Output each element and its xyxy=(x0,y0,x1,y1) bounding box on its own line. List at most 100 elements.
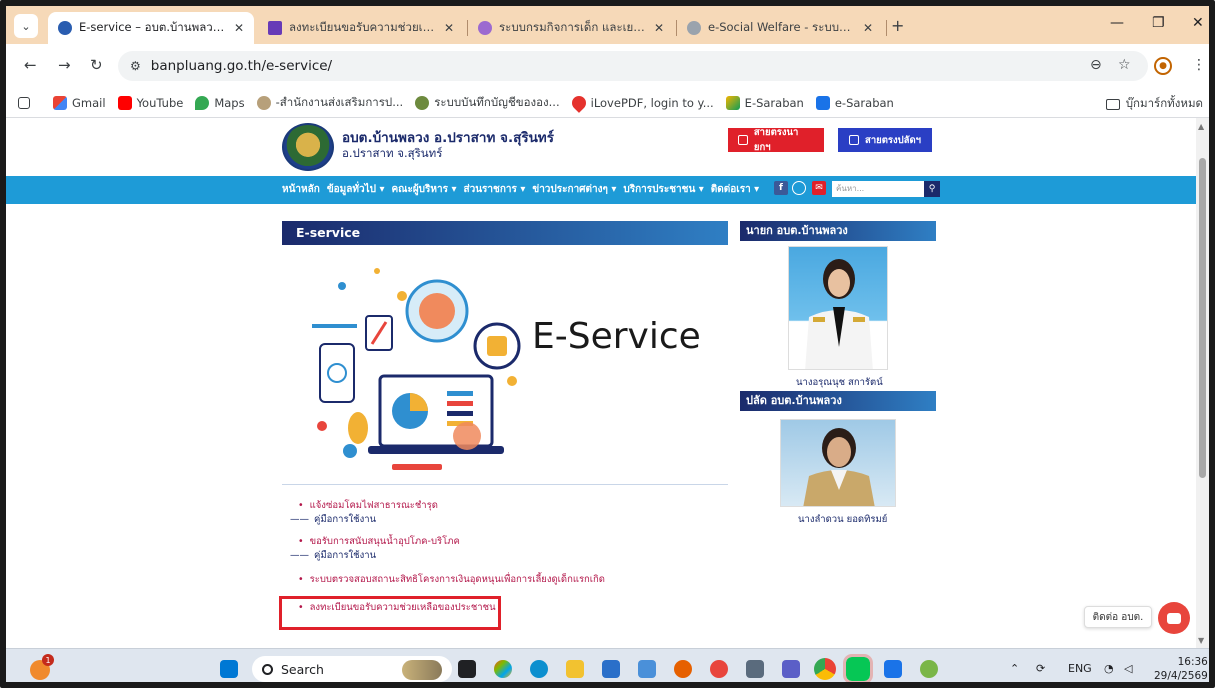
url-text: banpluang.go.th/e-service/ xyxy=(150,58,333,74)
all-bookmarks-button[interactable]: บุ๊กมาร์กทั้งหมด xyxy=(1105,95,1203,113)
app-icon[interactable] xyxy=(746,660,764,678)
tab-title: E-service – อบต.บ้านพลวง อ.ปราสา xyxy=(79,20,228,34)
link-streetlight-repair[interactable]: แจ้งซ่อมโคมไฟสาธารณะชำรุด xyxy=(298,498,438,513)
bookmark-maps[interactable]: Maps xyxy=(195,95,245,110)
input-language[interactable]: ENG xyxy=(1068,662,1092,675)
chat-button[interactable] xyxy=(1158,602,1190,634)
windows-start-icon[interactable] xyxy=(220,660,238,678)
eservice-banner-image xyxy=(282,256,728,482)
taskbar-clock[interactable]: 16:36 29/4/2569 xyxy=(1154,655,1208,682)
bookmark-gmail[interactable]: Gmail xyxy=(53,95,106,110)
search-icon xyxy=(262,663,273,675)
teams-icon[interactable] xyxy=(782,660,800,678)
notification-badge: 1 xyxy=(42,654,54,666)
app-icon[interactable] xyxy=(920,660,938,678)
profile-icon[interactable]: ● xyxy=(1154,57,1172,75)
nav-contact[interactable]: ติดต่อเรา ▾ xyxy=(711,182,759,197)
clerk-heading: ปลัด อบต.บ้านพลวง xyxy=(740,391,936,411)
mayor-heading: นายก อบต.บ้านพลวง xyxy=(740,221,936,241)
browser-toolbar: ← → ↻ ⚙ banpluang.go.th/e-service/ ⊖ ☆ ●… xyxy=(6,44,1209,88)
link-manual-1[interactable]: —— คู่มือการใช้งาน xyxy=(290,512,376,527)
nav-general-info[interactable]: ข้อมูลทั่วไป ▾ xyxy=(327,182,385,197)
window-close-icon[interactable]: ✕ xyxy=(1192,15,1204,31)
bookmark-ilovepdf[interactable]: iLovePDF, login to y... xyxy=(568,92,714,113)
task-view-icon[interactable] xyxy=(458,660,476,678)
dept-favicon-icon xyxy=(478,21,492,35)
store-icon[interactable] xyxy=(602,660,620,678)
tab-social-welfare[interactable]: e-Social Welfare - ระบบบูรณาการ ✕ xyxy=(677,12,883,44)
clerk-hotline-button[interactable]: สายตรงปลัดฯ xyxy=(838,128,932,152)
phone-icon xyxy=(738,135,748,145)
scroll-thumb[interactable] xyxy=(1199,158,1206,478)
address-bar[interactable]: ⚙ banpluang.go.th/e-service/ xyxy=(118,51,1148,81)
tab-register-help[interactable]: ลงทะเบียนขอรับความช่วยเหลือของป ✕ xyxy=(258,12,464,44)
edge-icon[interactable] xyxy=(530,660,548,678)
contact-chat-label[interactable]: ติดต่อ อบต. xyxy=(1084,606,1152,628)
chrome-icon[interactable] xyxy=(814,658,836,680)
heart-icon xyxy=(568,92,589,113)
line-icon[interactable] xyxy=(792,181,806,195)
bookmark-promotion-office[interactable]: -สำนักงานส่งเสริมการป... xyxy=(256,94,403,112)
reload-icon[interactable]: ↻ xyxy=(90,56,103,74)
page-scrollbar[interactable]: ▲ ▼ xyxy=(1196,118,1209,648)
copilot-icon[interactable] xyxy=(494,660,512,678)
tab-eservice[interactable]: E-service – อบต.บ้านพลวง อ.ปราสา ✕ xyxy=(48,12,254,44)
menu-kebab-icon[interactable]: ⋮ xyxy=(1192,57,1206,73)
bookmark-esaraban-1[interactable]: E-Saraban xyxy=(725,95,804,110)
bookmark-esaraban-2[interactable]: e-Saraban xyxy=(815,95,894,110)
mayor-name: นางอรุณนุช สการัตน์ xyxy=(796,377,883,388)
close-icon[interactable]: ✕ xyxy=(654,21,664,35)
minimize-icon[interactable]: — xyxy=(1110,15,1124,31)
scroll-down-icon[interactable]: ▼ xyxy=(1198,636,1204,645)
site-logo[interactable] xyxy=(282,123,334,171)
tab-search-button[interactable]: ⌄ xyxy=(14,14,38,38)
app-icon[interactable] xyxy=(884,660,902,678)
app-icon[interactable] xyxy=(638,660,656,678)
tab-child-dept[interactable]: ระบบกรมกิจการเด็ก และเยาวชน (ดย. ✕ xyxy=(468,12,674,44)
restore-icon[interactable]: ❐ xyxy=(1152,15,1165,31)
bookmark-youtube[interactable]: YouTube xyxy=(117,95,183,110)
tab-strip: ⌄ E-service – อบต.บ้านพลวง อ.ปราสา ✕ ลงท… xyxy=(6,6,1209,44)
mayor-photo xyxy=(788,246,888,370)
link-water-support[interactable]: ขอรับการสนับสนุนน้ำอุปโภค-บริโภค xyxy=(298,534,460,549)
youtube-icon xyxy=(117,95,132,110)
zoom-icon[interactable]: ⊖ xyxy=(1090,57,1102,73)
forward-icon[interactable]: → xyxy=(58,56,71,74)
mail-icon[interactable]: ✉ xyxy=(812,181,826,195)
file-explorer-icon[interactable] xyxy=(566,660,584,678)
link-manual-2[interactable]: —— คู่มือการใช้งาน xyxy=(290,548,376,563)
app-icon[interactable] xyxy=(710,660,728,678)
firefox-icon[interactable] xyxy=(674,660,692,678)
line-app-icon[interactable] xyxy=(843,654,873,682)
site-search-icon[interactable]: ⚲ xyxy=(924,181,940,197)
wifi-icon[interactable]: ◔ xyxy=(1104,662,1114,675)
tab-title: ระบบกรมกิจการเด็ก และเยาวชน (ดย. xyxy=(499,20,648,34)
site-search-input[interactable]: ค้นหา... xyxy=(832,181,924,197)
highlight-box xyxy=(279,596,501,630)
site-info-icon[interactable]: ⚙ xyxy=(130,59,141,73)
bookmark-star-icon[interactable]: ☆ xyxy=(1118,57,1131,73)
page-viewport: อบต.บ้านพลวง อ.ปราสาท จ.สุรินทร์ อ.ปราสา… xyxy=(6,118,1209,648)
nav-services[interactable]: บริการประชาชน ▾ xyxy=(623,182,703,197)
back-icon[interactable]: ← xyxy=(24,56,37,74)
new-tab-icon[interactable]: + xyxy=(891,16,904,35)
nav-home[interactable]: หน้าหลัก xyxy=(282,182,320,197)
folder-icon xyxy=(1105,98,1120,110)
nav-news[interactable]: ข่าวประกาศต่างๆ ▾ xyxy=(532,182,616,197)
close-icon[interactable]: ✕ xyxy=(863,21,873,35)
tray-chevron-icon[interactable]: ⌃ xyxy=(1010,662,1019,675)
tray-sync-icon[interactable]: ⟳ xyxy=(1036,662,1045,675)
clerk-name: นางลำดวน ยอดทิรมย์ xyxy=(798,514,888,525)
mayor-hotline-button[interactable]: สายตรงนายกฯ xyxy=(728,127,824,153)
nav-departments[interactable]: ส่วนราชการ ▾ xyxy=(463,182,525,197)
apps-grid-icon[interactable] xyxy=(18,96,35,109)
close-icon[interactable]: ✕ xyxy=(234,21,244,35)
volume-icon[interactable]: ◁ xyxy=(1124,662,1132,675)
screen-frame: ⌄ E-service – อบต.บ้านพลวง อ.ปราสา ✕ ลงท… xyxy=(0,0,1215,688)
facebook-icon[interactable]: f xyxy=(774,181,788,195)
link-newborn-subsidy-status[interactable]: ระบบตรวจสอบสถานะสิทธิโครงการเงินอุดหนุนเ… xyxy=(298,572,605,587)
close-icon[interactable]: ✕ xyxy=(444,21,454,35)
bookmark-accounting[interactable]: ระบบบันทึกบัญชีขององ... xyxy=(415,94,560,112)
scroll-up-icon[interactable]: ▲ xyxy=(1198,122,1204,131)
nav-executives[interactable]: คณะผู้บริหาร ▾ xyxy=(391,182,456,197)
